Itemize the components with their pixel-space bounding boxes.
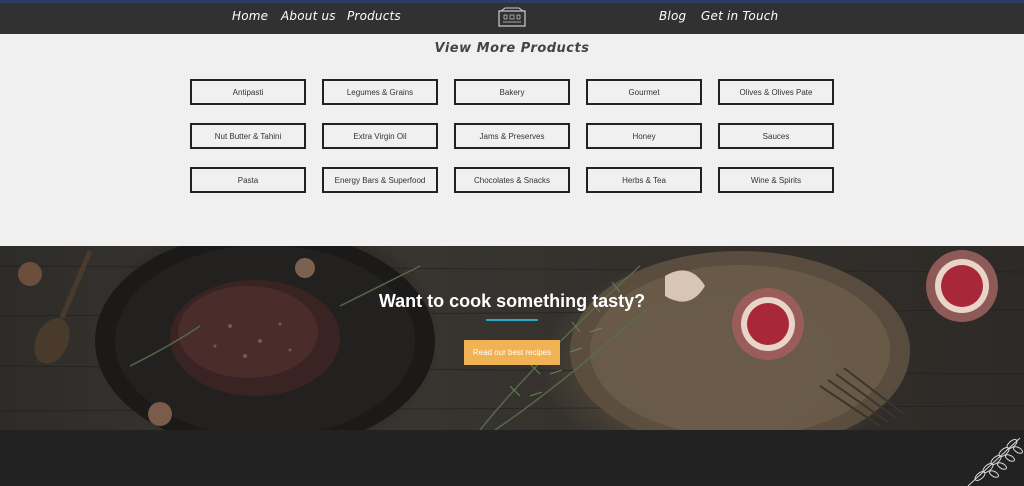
top-navigation: Home About us Products Blog Get in Touch [0,0,1024,34]
category-antipasti[interactable]: Antipasti [190,79,306,105]
category-energy-bars[interactable]: Energy Bars & Superfood [322,167,438,193]
category-grid: Antipasti Legumes & Grains Bakery Gourme… [190,79,834,193]
nav-about-us[interactable]: About us [281,9,336,23]
category-legumes-grains[interactable]: Legumes & Grains [322,79,438,105]
nav-blog[interactable]: Blog [659,9,686,23]
hero-title: Want to cook something tasty? [378,291,646,311]
category-olives-pate[interactable]: Olives & Olives Pate [718,79,834,105]
nav-get-in-touch[interactable]: Get in Touch [701,9,778,23]
hero-accent-line [486,319,538,321]
read-recipes-button[interactable]: Read our best recipes [464,340,560,365]
category-wine-spirits[interactable]: Wine & Spirits [718,167,834,193]
products-section: View More Products Antipasti Legumes & G… [0,34,1024,246]
nav-products[interactable]: Products [347,9,401,23]
nav-home[interactable]: Home [232,9,268,23]
category-bakery[interactable]: Bakery [454,79,570,105]
category-jams-preserves[interactable]: Jams & Preserves [454,123,570,149]
food-background-image [0,246,1024,430]
category-gourmet[interactable]: Gourmet [586,79,702,105]
shop-logo-icon[interactable] [497,7,527,29]
category-nut-butter-tahini[interactable]: Nut Butter & Tahini [190,123,306,149]
category-sauces[interactable]: Sauces [718,123,834,149]
category-extra-virgin-oil[interactable]: Extra Virgin Oil [322,123,438,149]
recipes-hero-banner: Want to cook something tasty? Read our b… [0,246,1024,430]
category-herbs-tea[interactable]: Herbs & Tea [586,167,702,193]
category-chocolates-snacks[interactable]: Chocolates & Snacks [454,167,570,193]
category-pasta[interactable]: Pasta [190,167,306,193]
products-title: View More Products [434,41,590,56]
category-honey[interactable]: Honey [586,123,702,149]
herb-sprig-icon [967,437,1024,486]
footer [0,430,1024,486]
